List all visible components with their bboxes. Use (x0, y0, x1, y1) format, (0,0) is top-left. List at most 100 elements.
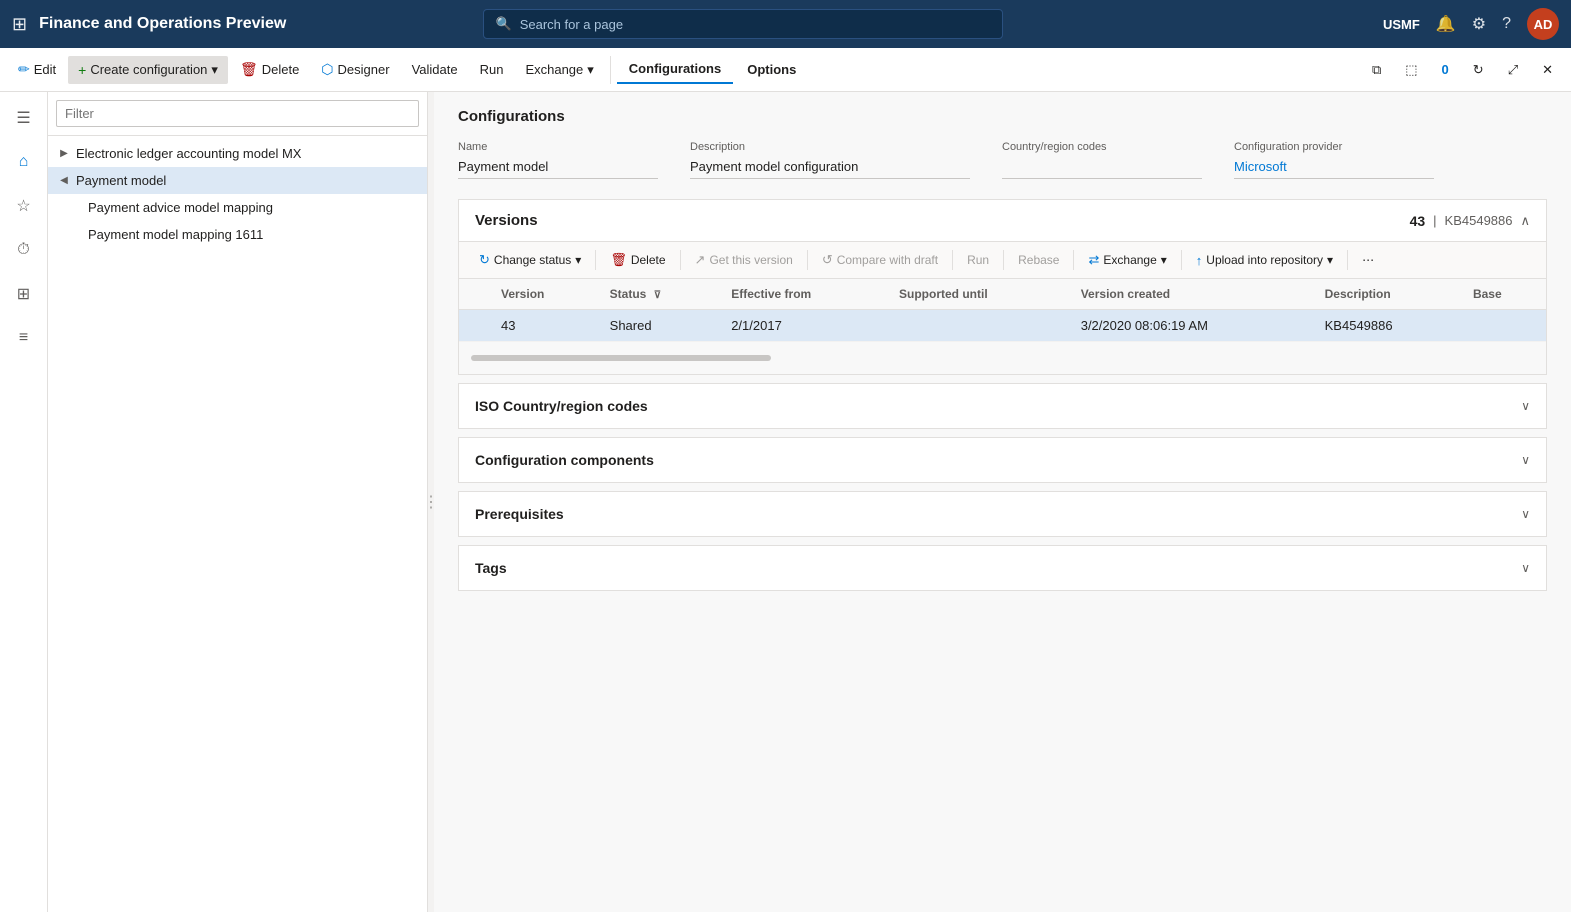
exchange-button[interactable]: Exchange ▾ (515, 56, 603, 84)
country-label: Country/region codes (1002, 141, 1202, 153)
notification-icon[interactable]: 🔔 (1436, 14, 1456, 34)
config-components-chevron: ∨ (1521, 453, 1530, 467)
plus-icon: + (78, 62, 86, 78)
username-label: USMF (1383, 17, 1420, 32)
edit-button[interactable]: ✏ Edit (8, 55, 66, 84)
table-row[interactable]: 43 Shared 2/1/2017 3/2/2020 08:06:19 AM … (459, 310, 1546, 342)
tags-chevron: ∨ (1521, 561, 1530, 575)
scroll-area (459, 342, 1546, 374)
col-description: Description (1313, 279, 1461, 310)
versions-number: 43 (1410, 213, 1426, 229)
column-chooser-button[interactable]: ⬚ (1395, 56, 1427, 84)
prerequisites-title: Prerequisites (475, 506, 564, 522)
exchange-chevron-icon: ▾ (587, 62, 594, 78)
configurations-tab[interactable]: Configurations (617, 55, 733, 84)
waffle-icon[interactable]: ⊞ (12, 14, 27, 35)
tree-item-electronic-ledger[interactable]: ▶ Electronic ledger accounting model MX (48, 140, 427, 167)
horizontal-scrollbar[interactable] (471, 355, 771, 361)
name-field-group: Name Payment model (458, 141, 658, 179)
change-status-button[interactable]: ↻ Change status ▾ (471, 248, 589, 272)
refresh-button[interactable]: ↻ (1463, 56, 1494, 84)
config-components-section: Configuration components ∨ (458, 437, 1547, 483)
versions-exchange-button[interactable]: ⇄ Exchange ▾ (1080, 248, 1174, 272)
tree-item-label-4: Payment model mapping 1611 (88, 227, 263, 242)
change-status-icon: ↻ (479, 252, 490, 268)
side-icon-bar: ☰ ⌂ ☆ ⏱ ⊞ ≡ (0, 92, 48, 912)
config-components-header[interactable]: Configuration components ∨ (459, 438, 1546, 482)
prerequisites-chevron: ∨ (1521, 507, 1530, 521)
upload-repository-label: Upload into repository (1206, 253, 1323, 267)
provider-field-group: Configuration provider Microsoft (1234, 141, 1434, 179)
col-version: Version (489, 279, 598, 310)
main-layout: ☰ ⌂ ☆ ⏱ ⊞ ≡ ▶ Electronic ledger accounti… (0, 92, 1571, 912)
toolbar-right: ⧉ ⬚ 0 ↻ ⤢ ✕ (1362, 56, 1563, 84)
run-button[interactable]: Run (470, 56, 514, 83)
modules-icon[interactable]: ≡ (6, 320, 42, 356)
hamburger-menu-icon[interactable]: ☰ (6, 100, 42, 136)
right-content-panel: Configurations Name Payment model Descri… (434, 92, 1571, 912)
settings-icon[interactable]: ⚙ (1472, 14, 1486, 34)
create-chevron-icon: ▾ (211, 62, 218, 78)
delete-button[interactable]: 🗑 Delete (230, 55, 309, 84)
tree-item-label-2: Payment model (76, 173, 166, 188)
search-box[interactable]: 🔍 (483, 9, 1003, 39)
workspaces-icon[interactable]: ⊞ (6, 276, 42, 312)
versions-run-button[interactable]: Run (959, 249, 997, 271)
col-version-created: Version created (1069, 279, 1313, 310)
notification-count-button[interactable]: 0 (1432, 56, 1459, 83)
create-configuration-button[interactable]: + Create configuration ▾ (68, 56, 228, 84)
configurations-section-title: Configurations (458, 108, 1547, 125)
resize-handle[interactable] (428, 92, 434, 912)
country-value (1002, 155, 1202, 179)
versions-more-button[interactable]: ⋯ (1354, 249, 1382, 271)
tree-item-payment-mapping[interactable]: Payment model mapping 1611 (48, 221, 427, 248)
exchange-dropdown-icon: ▾ (1161, 253, 1167, 267)
avatar[interactable]: AD (1527, 8, 1559, 40)
versions-collapse-icon[interactable]: ∧ (1520, 213, 1530, 229)
tree-item-payment-model[interactable]: ◀ Payment model (48, 167, 427, 194)
description-label: Description (690, 141, 970, 153)
iso-codes-section: ISO Country/region codes ∨ (458, 383, 1547, 429)
iso-codes-header[interactable]: ISO Country/region codes ∨ (459, 384, 1546, 428)
name-value: Payment model (458, 155, 658, 179)
designer-button[interactable]: ⬡ Designer (311, 55, 399, 84)
compare-draft-button[interactable]: ↺ Compare with draft (814, 248, 946, 272)
provider-value[interactable]: Microsoft (1234, 155, 1434, 179)
iso-codes-chevron: ∨ (1521, 399, 1530, 413)
table-header-row: Version Status ⊽ Effective from Supporte… (459, 279, 1546, 310)
filter-bar (48, 92, 427, 136)
prerequisites-header[interactable]: Prerequisites ∨ (459, 492, 1546, 536)
search-input[interactable] (520, 17, 990, 32)
config-components-title: Configuration components (475, 452, 654, 468)
favorites-icon[interactable]: ☆ (6, 188, 42, 224)
validate-button[interactable]: Validate (402, 56, 468, 83)
tree-item-payment-advice[interactable]: Payment advice model mapping (48, 194, 427, 221)
col-base: Base (1461, 279, 1546, 310)
close-button[interactable]: ✕ (1532, 56, 1563, 84)
versions-delete-label: Delete (631, 253, 666, 267)
rebase-label: Rebase (1018, 253, 1059, 267)
expand-icon-1: ▶ (56, 148, 72, 159)
action-toolbar: ✏ Edit + Create configuration ▾ 🗑 Delete… (0, 48, 1571, 92)
cell-r (459, 310, 489, 342)
get-this-version-button[interactable]: ↗ Get this version (687, 248, 801, 272)
tree-item-label-1: Electronic ledger accounting model MX (76, 146, 301, 161)
cell-version: 43 (489, 310, 598, 342)
rebase-button[interactable]: Rebase (1010, 249, 1067, 271)
help-icon[interactable]: ? (1502, 15, 1511, 33)
upload-repository-button[interactable]: ↑ Upload into repository ▾ (1188, 249, 1341, 272)
options-tab[interactable]: Options (735, 56, 808, 83)
validate-label: Validate (412, 62, 458, 77)
versions-delete-button[interactable]: 🗑 Delete (602, 248, 673, 272)
versions-exchange-icon: ⇄ (1088, 252, 1099, 268)
filter-view-button[interactable]: ⧉ (1362, 56, 1391, 84)
home-icon[interactable]: ⌂ (6, 144, 42, 180)
open-new-window-button[interactable]: ⤢ (1498, 56, 1528, 84)
vt-sep-2 (680, 250, 681, 270)
delete-label: Delete (262, 62, 300, 77)
status-filter-icon[interactable]: ⊽ (654, 290, 661, 301)
tags-section: Tags ∨ (458, 545, 1547, 591)
tags-header[interactable]: Tags ∨ (459, 546, 1546, 590)
recent-icon[interactable]: ⏱ (6, 232, 42, 268)
filter-input[interactable] (56, 100, 419, 127)
